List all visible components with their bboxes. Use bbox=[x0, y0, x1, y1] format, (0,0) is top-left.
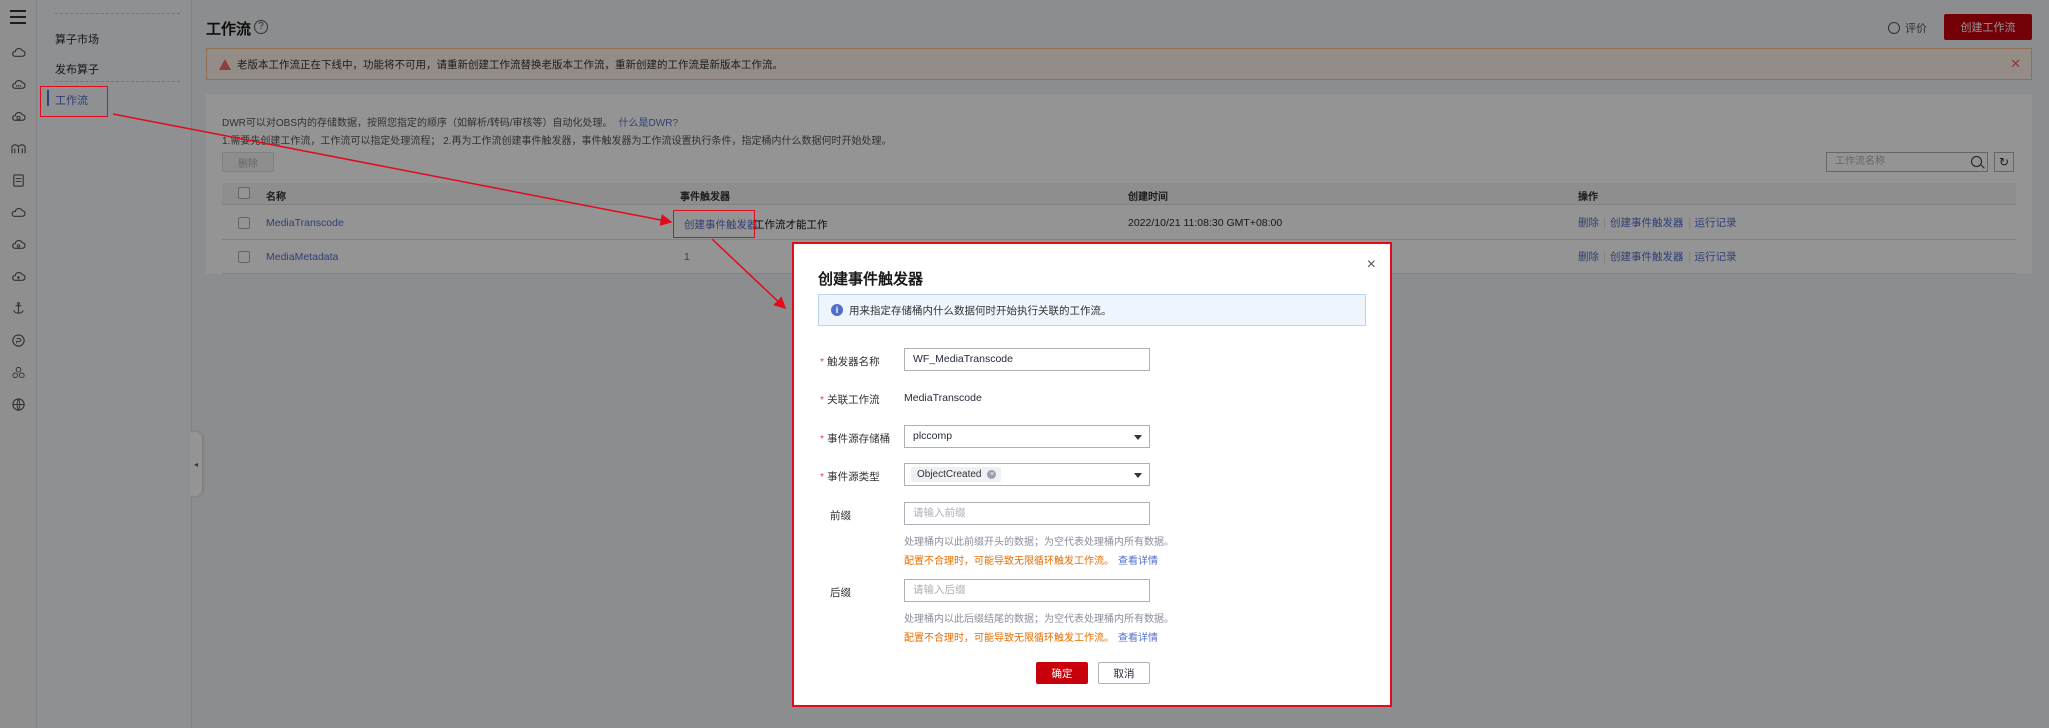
workflow-label: * 关联工作流 bbox=[820, 392, 880, 407]
tag-remove-icon[interactable]: × bbox=[987, 470, 997, 479]
suffix-hint: 处理桶内以此后缀结尾的数据；为空代表处理桶内所有数据。 bbox=[904, 614, 1174, 625]
prefix-input[interactable]: 请输入前缀 bbox=[904, 502, 1150, 525]
prefix-label: 前缀 bbox=[830, 510, 851, 522]
warning-text: 配置不合理时，可能导致无限循环触发工作流。 bbox=[904, 556, 1114, 567]
suffix-input[interactable]: 请输入后缀 bbox=[904, 579, 1150, 602]
trigger-name-input[interactable]: WF_MediaTranscode bbox=[904, 348, 1150, 371]
dialog-title: 创建事件触发器 bbox=[818, 271, 924, 288]
confirm-button[interactable]: 确定 bbox=[1036, 662, 1088, 684]
suffix-label: 后缀 bbox=[830, 587, 851, 599]
required-mark: * bbox=[820, 356, 825, 368]
prefix-details-link[interactable]: 查看详情 bbox=[1118, 556, 1158, 567]
workflow-value: MediaTranscode bbox=[904, 392, 982, 404]
event-type-select[interactable]: ObjectCreated × bbox=[904, 463, 1150, 486]
event-type-tag: ObjectCreated × bbox=[911, 467, 1002, 482]
close-icon[interactable]: × bbox=[1367, 256, 1376, 274]
suffix-details-link[interactable]: 查看详情 bbox=[1118, 633, 1158, 644]
event-type-label: * 事件源类型 bbox=[820, 469, 880, 484]
bucket-select[interactable]: plccomp bbox=[904, 425, 1150, 448]
dialog-info-banner: i 用来指定存储桶内什么数据何时开始执行关联的工作流。 bbox=[818, 294, 1366, 326]
label-text: 事件源类型 bbox=[827, 471, 880, 483]
bucket-selected-value: plccomp bbox=[913, 430, 953, 442]
label-text: 触发器名称 bbox=[827, 356, 880, 368]
required-mark: * bbox=[820, 433, 825, 445]
cancel-button[interactable]: 取消 bbox=[1098, 662, 1150, 684]
tag-text: ObjectCreated bbox=[917, 469, 982, 480]
info-icon: i bbox=[831, 304, 843, 316]
create-trigger-dialog: 创建事件触发器 × i 用来指定存储桶内什么数据何时开始执行关联的工作流。 * 触… bbox=[792, 242, 1392, 707]
trigger-name-label: * 触发器名称 bbox=[820, 354, 880, 369]
info-text: 用来指定存储桶内什么数据何时开始执行关联的工作流。 bbox=[849, 304, 1112, 317]
label-text: 关联工作流 bbox=[827, 394, 880, 406]
prefix-hint: 处理桶内以此前缀开头的数据；为空代表处理桶内所有数据。 bbox=[904, 537, 1174, 548]
label-text: 事件源存储桶 bbox=[827, 433, 891, 445]
suffix-warning: 配置不合理时，可能导致无限循环触发工作流。 查看详情 bbox=[904, 629, 1158, 644]
warning-text: 配置不合理时，可能导致无限循环触发工作流。 bbox=[904, 633, 1114, 644]
chevron-down-icon[interactable] bbox=[1134, 435, 1142, 440]
bucket-label: * 事件源存储桶 bbox=[820, 431, 890, 446]
prefix-warning: 配置不合理时，可能导致无限循环触发工作流。 查看详情 bbox=[904, 552, 1158, 567]
chevron-down-icon[interactable] bbox=[1134, 473, 1142, 478]
required-mark: * bbox=[820, 394, 825, 406]
required-mark: * bbox=[820, 471, 825, 483]
